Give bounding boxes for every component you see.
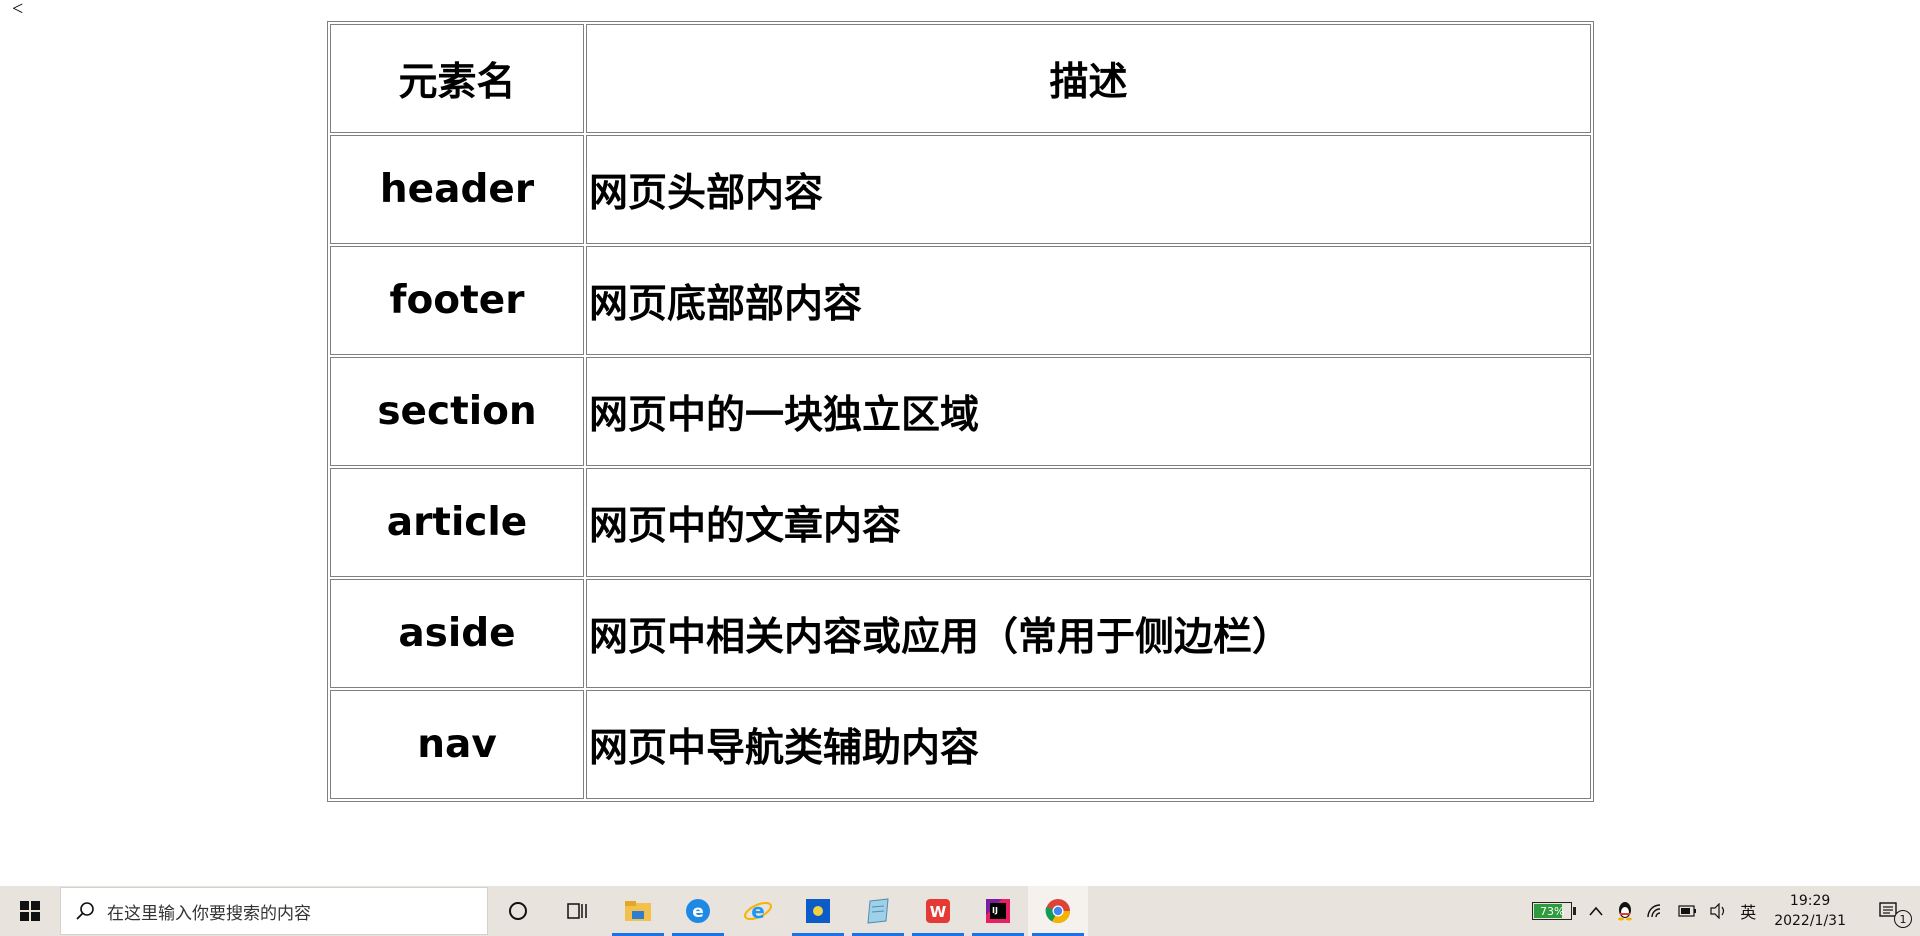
table-row: header 网页头部内容: [330, 135, 1591, 244]
taskbar-app-blue[interactable]: [788, 886, 848, 936]
taskbar-app-chrome[interactable]: [1028, 886, 1088, 936]
svg-text:W: W: [930, 903, 947, 921]
table-row: footer 网页底部部内容: [330, 246, 1591, 355]
row-element-name: section: [330, 357, 584, 466]
row-element-name: aside: [330, 579, 584, 688]
table-row: article 网页中的文章内容: [330, 468, 1591, 577]
clock-button[interactable]: 19:29 2022/1/31: [1762, 886, 1858, 936]
taskbar: 在这里输入你要搜索的内容 e e W IJ 73% 英 19:29 2022/1…: [0, 886, 1920, 936]
battery-percent: 73%: [1539, 904, 1565, 918]
table-row: nav 网页中导航类辅助内容: [330, 690, 1591, 799]
chevron-up-icon: [1589, 906, 1603, 916]
start-button[interactable]: [0, 886, 60, 936]
taskbar-app-ie[interactable]: e: [728, 886, 788, 936]
taskbar-app-wps[interactable]: W: [908, 886, 968, 936]
blue-app-icon: [806, 899, 830, 923]
wifi-icon: [1647, 904, 1661, 918]
intellij-idea-icon: IJ: [986, 899, 1010, 923]
row-element-desc: 网页底部部内容: [586, 246, 1591, 355]
taskbar-app-notepad[interactable]: [848, 886, 908, 936]
internet-explorer-icon: e: [744, 899, 772, 923]
cortana-button[interactable]: [488, 886, 548, 936]
file-explorer-icon: [625, 901, 651, 921]
row-element-name: header: [330, 135, 584, 244]
volume-button[interactable]: [1704, 886, 1734, 936]
action-center-button[interactable]: 1: [1858, 886, 1920, 936]
search-icon: [76, 902, 94, 920]
row-element-name: nav: [330, 690, 584, 799]
table-row: section 网页中的一块独立区域: [330, 357, 1591, 466]
elements-table: 元素名 描述 header 网页头部内容 footer 网页底部部内容 sect…: [327, 21, 1594, 802]
table-header-row: 元素名 描述: [330, 24, 1591, 133]
header-cell-desc: 描述: [586, 24, 1591, 133]
show-hidden-icons-button[interactable]: [1582, 886, 1610, 936]
svg-text:e: e: [751, 899, 765, 923]
clock-time: 19:29: [1789, 893, 1831, 909]
taskbar-search-box[interactable]: 在这里输入你要搜索的内容: [60, 887, 488, 935]
chrome-icon: [1045, 899, 1070, 924]
network-button[interactable]: [1640, 886, 1672, 936]
input-method-button[interactable]: 英: [1734, 886, 1762, 936]
qq-penguin-icon: [1618, 902, 1633, 921]
battery-indicator[interactable]: 73%: [1526, 886, 1582, 936]
row-element-desc: 网页中的文章内容: [586, 468, 1591, 577]
qq-tray-button[interactable]: [1610, 886, 1640, 936]
speaker-icon: [1710, 903, 1725, 919]
cortana-circle-icon: [509, 902, 527, 920]
browser-page: < 元素名 描述 header 网页头部内容 footer 网页底部部内容 se…: [0, 0, 1920, 886]
task-view-icon: [567, 903, 587, 919]
notepad-icon: [867, 898, 889, 924]
taskbar-app-file-explorer[interactable]: [608, 886, 668, 936]
battery-nub: [1573, 907, 1577, 915]
row-element-desc: 网页头部内容: [586, 135, 1591, 244]
clock-date: 2022/1/31: [1774, 913, 1846, 929]
row-element-desc: 网页中的一块独立区域: [586, 357, 1591, 466]
svg-text:IJ: IJ: [992, 906, 998, 915]
edge-legacy-icon: e: [686, 899, 710, 923]
taskbar-app-intellij[interactable]: IJ: [968, 886, 1028, 936]
power-button[interactable]: [1672, 886, 1704, 936]
task-view-button[interactable]: [548, 886, 608, 936]
system-tray: 73% 英 19:29 2022/1/31 1: [1526, 886, 1920, 936]
stray-text: <: [12, 0, 24, 20]
taskbar-app-edge[interactable]: e: [668, 886, 728, 936]
windows-logo-icon: [20, 901, 40, 921]
table-row: aside 网页中相关内容或应用（常用于侧边栏）: [330, 579, 1591, 688]
row-element-name: footer: [330, 246, 584, 355]
row-element-desc: 网页中导航类辅助内容: [586, 690, 1591, 799]
row-element-desc: 网页中相关内容或应用（常用于侧边栏）: [586, 579, 1591, 688]
battery-small-icon: [1678, 905, 1697, 917]
svg-text:e: e: [692, 902, 704, 922]
search-placeholder: 在这里输入你要搜索的内容: [107, 903, 311, 924]
wps-icon: W: [926, 899, 950, 923]
notification-count-badge: 1: [1894, 910, 1912, 928]
header-cell-name: 元素名: [330, 24, 584, 133]
row-element-name: article: [330, 468, 584, 577]
battery-icon: 73%: [1532, 902, 1573, 920]
